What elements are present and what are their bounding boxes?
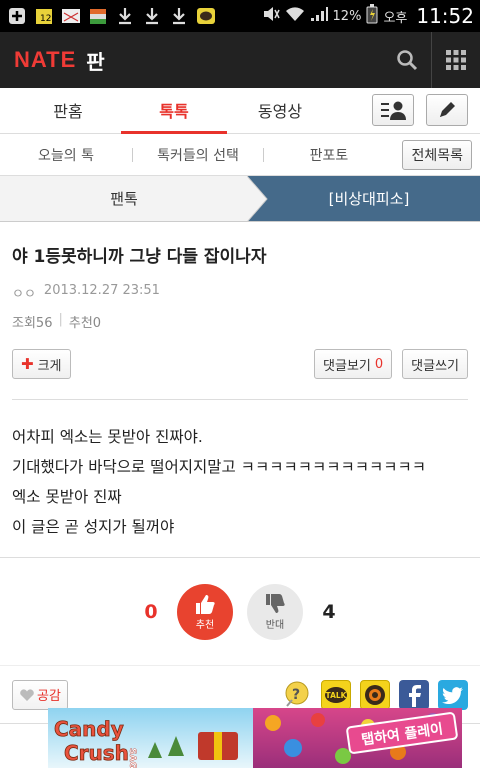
calendar-icon (60, 5, 82, 27)
kakaotalk-notify-icon (195, 5, 217, 27)
kakaotalk-icon: TALK (325, 686, 348, 703)
clock: 11:52 (416, 4, 474, 28)
comment-count: 0 (374, 356, 384, 372)
body-line: 이 글은 곧 성지가 될꺼야 (12, 518, 175, 536)
twitter-icon (442, 686, 463, 704)
post-author: ㅇㅇ (12, 287, 36, 302)
svg-text:?: ? (292, 687, 300, 703)
recommend-count: 추천0 (68, 316, 102, 331)
facebook-icon (409, 684, 421, 707)
board-fantalk[interactable]: 팬톡 (0, 176, 248, 221)
view-comments-label: 댓글보기 (323, 358, 371, 374)
body-line: 엑소 못받아 진짜 (12, 488, 122, 506)
tab-video[interactable]: 동영상 (227, 87, 333, 133)
download-icon (141, 5, 163, 27)
pencil-icon (440, 102, 455, 117)
heart-icon (20, 688, 34, 701)
signal-icon (310, 6, 328, 26)
oppose-button[interactable]: 반대 (247, 583, 303, 640)
body-line: 어차피 엑소는 못받아 진짜야. (12, 428, 203, 446)
thumbs-down-icon (266, 594, 285, 613)
grid-menu-icon (446, 50, 466, 70)
body-line: 기대했다가 바닥으로 떨어지지말고 ㅋㅋㅋㅋㅋㅋㅋㅋㅋㅋㅋㅋㅋ (12, 458, 427, 476)
search-icon (397, 50, 418, 71)
post-body: 어차피 엑소는 못받아 진짜야. 기대했다가 바닥으로 떨어지지말고 ㅋㅋㅋㅋㅋ… (0, 400, 480, 558)
main-tabs: 판홈 톡톡 동영상 (0, 88, 480, 134)
app-header: NATE 판 (0, 32, 480, 88)
vote-area: 0 추천 반대 4 (0, 558, 480, 666)
post-date: 2013.12.27 23:51 (43, 283, 160, 298)
flag-icon (87, 5, 109, 27)
tab-pan-home[interactable]: 판홈 (15, 87, 121, 133)
status-bar: 12 12% 오후 11:52 (0, 0, 480, 32)
enlarge-text-button[interactable]: ✚ 크게 (12, 349, 71, 379)
my-page-button[interactable] (372, 94, 414, 126)
download-icon (168, 5, 190, 27)
battery-percent: 12% (332, 8, 362, 24)
recommend-label: 추천 (195, 620, 215, 631)
ad-banner[interactable]: Candy Crush SAGA 탭하여 플레이 (48, 708, 462, 768)
sub-nav: 오늘의 톡 톡커들의 선택 판포토 전체목록 (0, 134, 480, 176)
oppose-label: 반대 (265, 620, 285, 631)
candy-crush-ad: Candy Crush SAGA 탭하여 플레이 (48, 708, 462, 768)
search-button[interactable] (383, 32, 431, 88)
ampm: 오후 (383, 10, 408, 26)
view-count: 조회56 (12, 316, 53, 331)
download-icon (114, 5, 136, 27)
view-comments-button[interactable]: 댓글보기 0 (314, 349, 393, 379)
stats-separator: | (58, 312, 63, 327)
full-list-button[interactable]: 전체목록 (402, 139, 472, 170)
nate-logo[interactable]: NATE (14, 47, 76, 73)
kakaostory-share-button[interactable] (360, 679, 390, 710)
board-emergency-shelter[interactable]: [비상대피소] (247, 176, 480, 222)
up-vote-count: 0 (144, 600, 158, 623)
svg-text:Crush: Crush (64, 741, 129, 765)
recommend-button[interactable]: 추천 (177, 583, 233, 640)
svg-text:Candy: Candy (54, 717, 124, 741)
add-icon (6, 5, 28, 27)
write-comment-label: 댓글쓰기 (411, 358, 459, 374)
enlarge-label: 크게 (37, 358, 62, 374)
note-icon: 12 (33, 5, 55, 27)
wifi-icon (285, 6, 305, 26)
subnav-today-talk[interactable]: 오늘의 톡 (0, 145, 132, 165)
write-button[interactable] (426, 94, 468, 126)
post-meta: ㅇㅇ 2013.12.27 23:51 (12, 283, 468, 302)
battery-charging-icon (366, 4, 378, 28)
post-title: 야 1등못하니까 그냥 다들 잡이나자 (12, 247, 267, 267)
svg-text:TALK: TALK (326, 691, 348, 700)
memo-share-button[interactable]: ? (282, 680, 312, 710)
empathy-button[interactable]: 공감 (12, 679, 68, 710)
svg-text:12: 12 (40, 14, 51, 24)
plus-icon: ✚ (21, 355, 34, 373)
board-emergency-label: [비상대피소] (328, 190, 410, 208)
board-arrow (247, 176, 268, 222)
post-actions: ✚ 크게 댓글보기 0 댓글쓰기 (12, 349, 468, 400)
board-selector: 팬톡 [비상대피소] (0, 176, 480, 222)
thumbs-up-icon (196, 595, 215, 614)
kakaostory-icon (365, 684, 385, 705)
user-list-icon (381, 101, 406, 120)
post-stats: 조회56 | 추천0 (12, 312, 468, 331)
svg-text:SAGA: SAGA (127, 748, 137, 768)
tab-toktok[interactable]: 톡톡 (121, 87, 227, 134)
post-header: 야 1등못하니까 그냥 다들 잡이나자 ㅇㅇ 2013.12.27 23:51 … (0, 222, 480, 400)
menu-button[interactable] (432, 32, 480, 88)
subnav-talkers-choice[interactable]: 톡커들의 선택 (133, 145, 263, 165)
facebook-share-button[interactable] (399, 679, 429, 710)
twitter-share-button[interactable] (438, 679, 468, 710)
kakaotalk-share-button[interactable]: TALK (321, 679, 351, 710)
down-vote-count: 4 (322, 600, 336, 623)
empathy-label: 공감 (37, 689, 61, 704)
subnav-pan-photo[interactable]: 판포토 (264, 145, 394, 165)
section-title[interactable]: 판 (86, 46, 104, 75)
mute-icon (262, 6, 280, 26)
write-comment-button[interactable]: 댓글쓰기 (402, 349, 468, 379)
memo-icon: ? (285, 681, 309, 707)
